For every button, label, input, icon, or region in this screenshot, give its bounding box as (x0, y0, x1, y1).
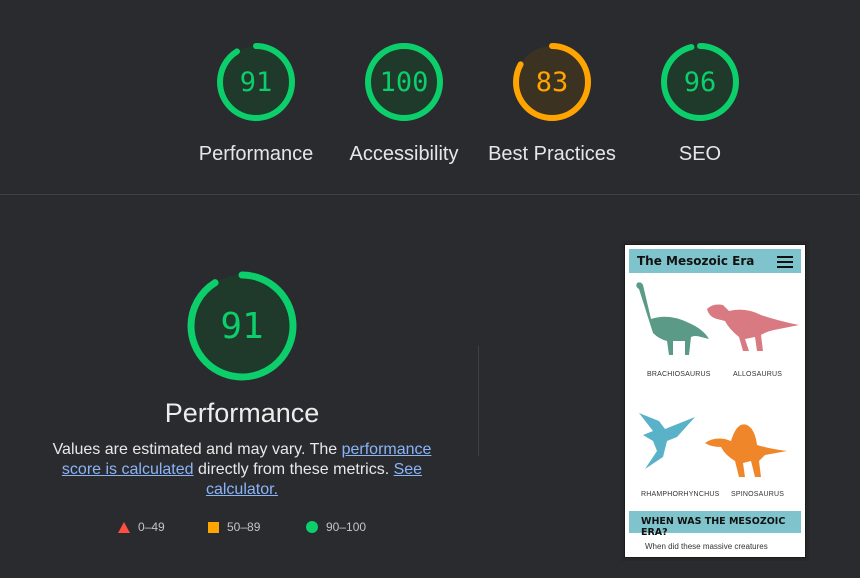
rhamphorhynchus-illustration (639, 413, 695, 469)
brachiosaurus-illustration (636, 282, 709, 355)
legend-label: 90–100 (326, 520, 367, 534)
gauge-icon: 83 (513, 43, 591, 121)
desc-text: Values are estimated and may vary. The (52, 441, 342, 458)
allosaurus-illustration (707, 304, 799, 351)
score-label: Performance (198, 143, 314, 165)
hamburger-menu-icon (777, 256, 793, 268)
circle-icon (306, 521, 318, 533)
gauge-icon: 91 (217, 43, 295, 121)
legend-pass: 90–100 (306, 520, 366, 534)
score-legend: 0–49 50–89 90–100 (0, 520, 480, 536)
screenshot-body-text: When did these massive creatures (645, 542, 768, 551)
score-value: 96 (684, 67, 717, 98)
legend-fail: 0–49 (118, 520, 165, 534)
dino-label: SPINOSAURUS (731, 491, 785, 498)
gauge-icon: 100 (365, 43, 443, 121)
score-value: 100 (380, 67, 429, 98)
score-best-practices[interactable]: 83 Best Practices (482, 40, 622, 166)
score-value: 83 (536, 67, 569, 98)
score-label: Best Practices (488, 143, 616, 165)
performance-score-value: 91 (220, 306, 263, 347)
vertical-divider (478, 346, 479, 456)
score-seo[interactable]: 96 SEO (630, 40, 770, 166)
legend-label: 50–89 (227, 520, 261, 534)
spinosaurus-illustration (705, 424, 787, 477)
gauge-icon: 96 (661, 43, 739, 121)
screenshot-header: The Mesozoic Era (629, 249, 801, 273)
square-icon (208, 521, 219, 533)
triangle-icon (118, 521, 130, 533)
performance-title: Performance (164, 398, 320, 428)
screenshot-title: The Mesozoic Era (637, 254, 755, 268)
score-label: Accessibility (349, 143, 459, 165)
dino-label: RHAMPHORHYNCHUS (641, 491, 720, 498)
performance-description: Values are estimated and may vary. The p… (48, 440, 436, 500)
score-label: SEO (678, 143, 722, 165)
performance-gauge-icon: 91 (187, 271, 297, 381)
dino-label: BRACHIOSAURUS (647, 371, 711, 378)
legend-average: 50–89 (208, 520, 260, 534)
page-screenshot: The Mesozoic Era BRACHIOSAURUS ALLOSAURU… (624, 244, 806, 558)
legend-label: 0–49 (138, 520, 165, 534)
score-accessibility[interactable]: 100 Accessibility (334, 40, 474, 166)
category-scores: 91 Performance 100 Accessibility 83 Best… (0, 0, 860, 194)
desc-text: directly from these metrics. (193, 461, 394, 478)
dino-label: ALLOSAURUS (733, 371, 783, 378)
score-performance[interactable]: 91 Performance (186, 40, 326, 166)
screenshot-heading-bar: WHEN WAS THE MESOZOIC ERA? (629, 511, 801, 538)
score-value: 91 (240, 67, 273, 98)
screenshot-heading: WHEN WAS THE MESOZOIC ERA? (641, 516, 786, 538)
